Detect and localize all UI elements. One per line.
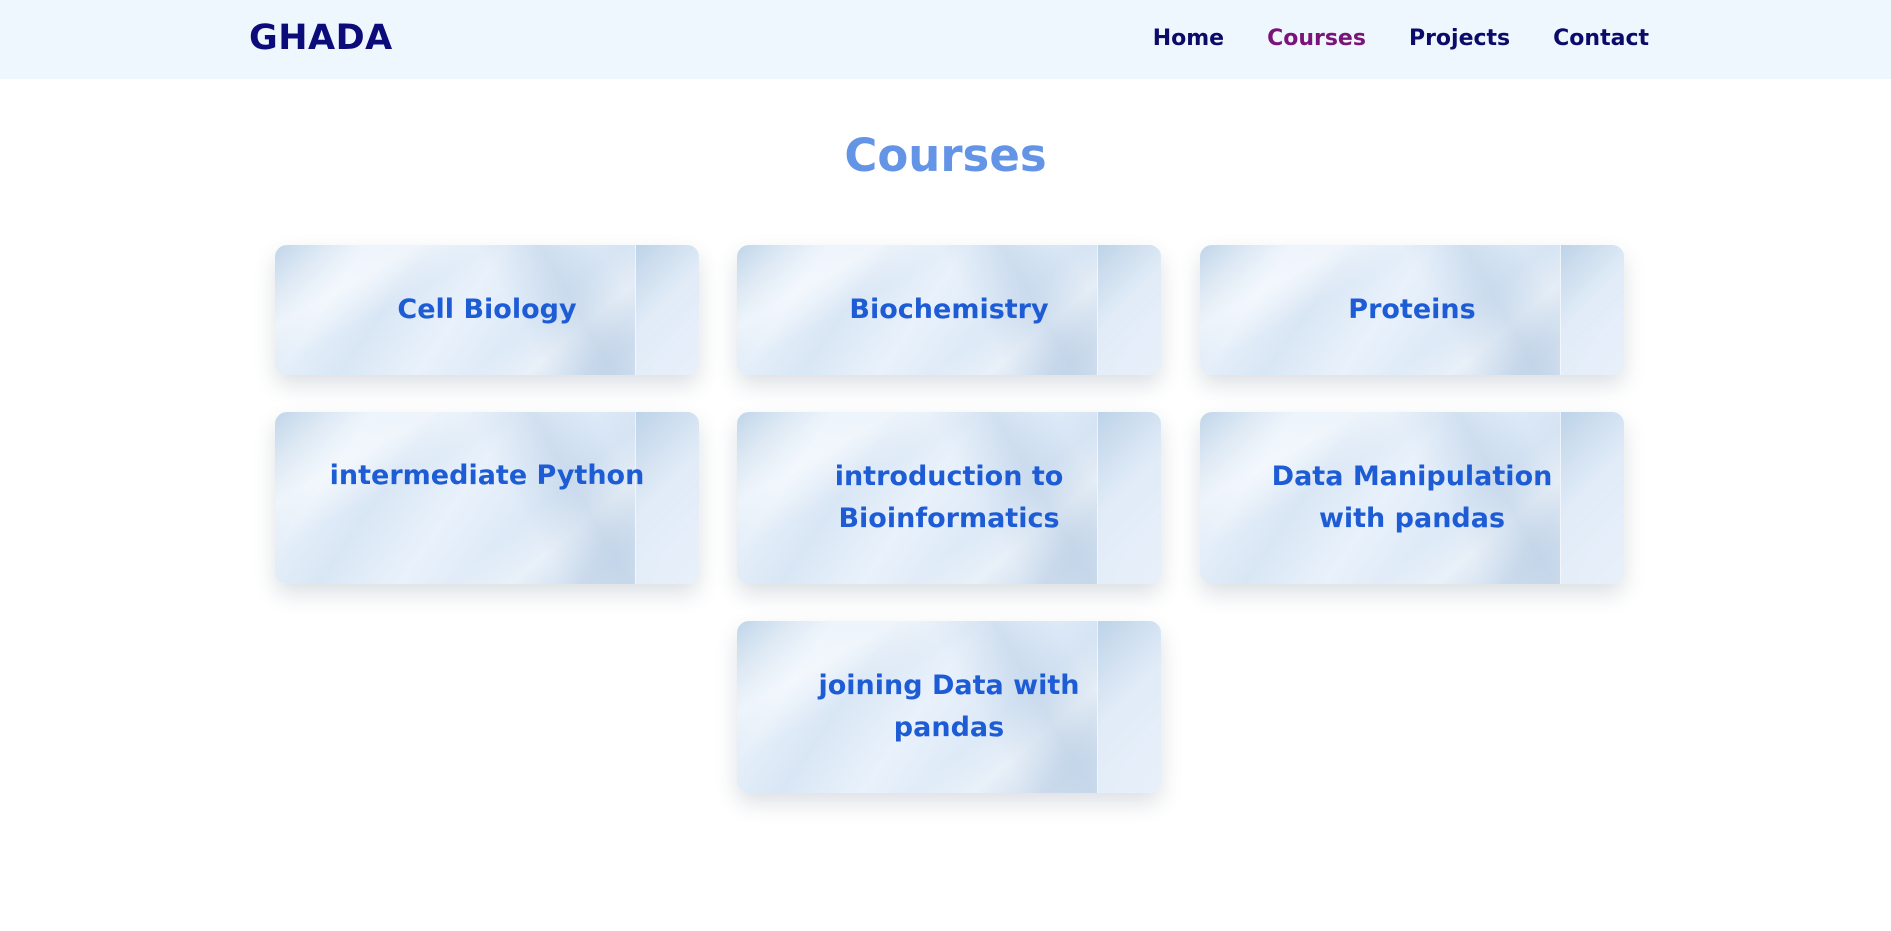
course-card-label: joining Data with pandas [818, 670, 1080, 743]
top-navbar: GHADA Home Courses Projects Contact [0, 0, 1891, 79]
course-card-label: introduction to Bioinformatics [834, 461, 1064, 534]
nav-link-home[interactable]: Home [1153, 24, 1224, 54]
course-card-label: Proteins [1348, 294, 1476, 325]
course-card-proteins[interactable]: Proteins [1200, 245, 1624, 375]
course-card-data-manipulation-pandas[interactable]: Data Manipulation with pandas [1200, 412, 1624, 584]
page-title: Courses [844, 129, 1047, 182]
course-card-biochemistry[interactable]: Biochemistry [737, 245, 1161, 375]
nav-link-contact[interactable]: Contact [1553, 24, 1649, 54]
course-card-cell-biology[interactable]: Cell Biology [275, 245, 699, 375]
course-card-label: intermediate Python [329, 460, 645, 491]
nav-link-courses[interactable]: Courses [1267, 24, 1366, 54]
course-card-joining-data-pandas[interactable]: joining Data with pandas [737, 621, 1161, 793]
course-card-intermediate-python[interactable]: intermediate Python [275, 412, 699, 584]
course-card-intro-bioinformatics[interactable]: introduction to Bioinformatics [737, 412, 1161, 584]
course-card-label: Biochemistry [849, 294, 1049, 325]
course-card-label: Data Manipulation with pandas [1271, 461, 1553, 534]
nav-link-projects[interactable]: Projects [1409, 24, 1510, 54]
course-card-label: Cell Biology [397, 294, 577, 325]
brand-logo[interactable]: GHADA [249, 18, 393, 58]
main-nav: Home Courses Projects Contact [1153, 24, 1649, 54]
